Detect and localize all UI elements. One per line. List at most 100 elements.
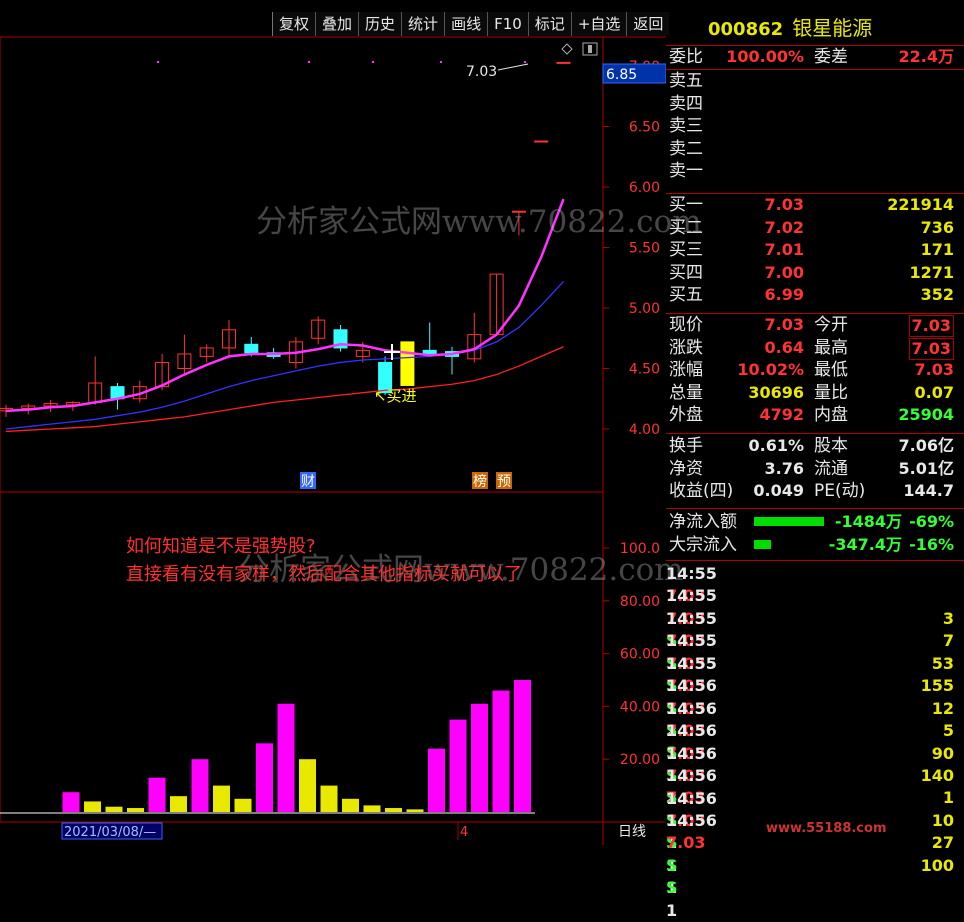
cai-badge: 财 [301,474,315,490]
buy-signal-label: ↖买进 [374,387,417,405]
stat-label: 流通 [814,458,848,479]
price-tick-label: 4.50 [629,362,660,378]
indicator-tick-label: 60.00 [620,647,660,663]
trade-tick-row: 14:55 7.03 3 S 1 [666,563,954,673]
stat-value: 0.07 [914,382,954,402]
buy-level-label: 买四 [669,262,703,283]
stat-value: 30696 [748,382,804,402]
stock-name: 银星能源 [792,16,873,40]
weicha-value: 22.4万 [898,47,954,66]
weicha-label: 委差 [814,47,848,67]
buy-level-row: 买一 7.03 221914 [666,194,954,217]
indicator-bar [514,680,531,812]
indicator-bar [471,703,488,812]
tick-time: 14:55 [666,564,717,583]
tick-time: 14:56 [666,698,717,718]
candle-body [244,343,259,354]
indicator-bar [84,801,101,812]
stat-value: 144.7 [903,481,954,500]
toolbar-button-4[interactable]: 画线 [444,12,488,36]
buy-level-volume: 736 [920,217,954,237]
trade-tick-row: 14:55 7.03 155 S 2 [666,630,954,740]
buy-level-label: 买一 [669,195,703,215]
indicator-tick-label: 20.00 [620,752,660,768]
flow-value: -347.4万 [828,534,902,554]
buy-level-volume: 171 [920,240,954,259]
yu-badge: 预 [497,474,511,490]
indicator-bar [148,777,166,812]
tick-time: 14:56 [666,721,717,741]
buy-level-row: 买五 6.99 352 [666,284,954,307]
sell-level-label: 卖四 [669,93,703,114]
price-pane-border [0,36,604,493]
stat-label: 现价 [669,315,703,335]
toolbar-button-1[interactable]: 叠加 [315,12,359,36]
stat-label: 股本 [814,436,848,456]
bang-badge: 榜 [473,473,487,490]
price-tick-label: 4.00 [629,422,660,438]
stat-value: 4792 [759,405,804,424]
stat-label: 外盘 [669,405,703,425]
candle-body [534,140,549,143]
panel-separator [666,560,964,561]
stat-value: 7.06亿 [898,436,954,455]
indicator-bar [299,759,316,812]
toolbar-button-6[interactable]: 标记 [527,12,571,36]
stat-label: 量比 [814,382,848,403]
month-label: 4 [460,825,468,840]
indicator-bar [385,808,402,812]
price-tick-label: 5.50 [629,241,660,257]
flow-bar [754,517,824,526]
indicator-bar [127,808,144,812]
buy-level-row: 买四 7.00 1271 [666,262,954,285]
trade-tick-row: 14:56 7.03 90 S 2 [666,698,954,808]
indicator-bar [428,748,445,812]
stat-value: 0.049 [753,481,804,500]
top-dot [157,61,159,63]
toolbar-button-5[interactable]: F10 [487,12,528,36]
trade-tick-row: 14:56 7.03 1 S 1 [666,743,954,853]
indicator-bar [320,785,338,812]
sell-level-label: 卖一 [669,161,703,181]
period-label: 日线 [618,824,646,840]
price-tick-label: 5.00 [629,301,660,317]
tick-time: 14:55 [666,653,717,673]
stat-value: 7.03 [914,360,954,379]
stat-label: 换手 [669,436,703,456]
toolbar-button-7[interactable]: +自选 [570,12,627,36]
buy-level-row: 买三 7.01 171 [666,239,954,262]
stat-label: 收益(四) [669,481,734,501]
buy-level-volume: 352 [920,285,954,304]
stat-label: 内盘 [814,405,848,425]
weibi-label: 委比 [669,47,703,67]
stat-value: 0.64 [764,337,804,357]
panel-separator [666,433,964,434]
indicator-bar [363,805,381,812]
toolbar-button-0[interactable]: 复权 [272,12,316,36]
tick-time: 14:55 [666,631,717,651]
quote-stat-row: 涨幅 10.02% 最低 7.03 [666,359,954,382]
sell-level-row: 卖三 [666,115,954,138]
quote-stat-row: 收益(四) 0.049 PE(动) 144.7 [666,480,954,503]
toolbar-button-8[interactable]: 返回 [626,12,670,36]
tick-time: 14:56 [666,766,717,786]
flow-row: 大宗流入 -347.4万 -16% [666,534,954,557]
buy-level-label: 买二 [669,217,703,238]
stat-value: 5.01亿 [898,458,954,478]
kline-chart[interactable]: 7.006.506.005.505.004.504.006.857.03↖买进财… [0,0,666,845]
buy-level-price: 7.02 [764,217,804,237]
candle-body [400,341,415,386]
toolbar-button-2[interactable]: 历史 [358,12,402,36]
flow-label: 大宗流入 [669,534,737,555]
toolbar-button-3[interactable]: 统计 [401,12,445,36]
top-dot [308,61,310,63]
stock-code: 000862 [708,19,784,40]
high-price-marker: 7.03 [466,64,497,80]
sell-level-label: 卖三 [669,116,703,136]
indicator-bar [191,759,209,812]
stat-value: 25904 [898,405,954,424]
quote-stat-row: 外盘 4792 内盘 25904 [666,404,954,427]
buy-level-label: 买三 [669,240,703,260]
tick-time: 14:55 [666,586,717,606]
stat-value: 7.03 [764,315,804,334]
